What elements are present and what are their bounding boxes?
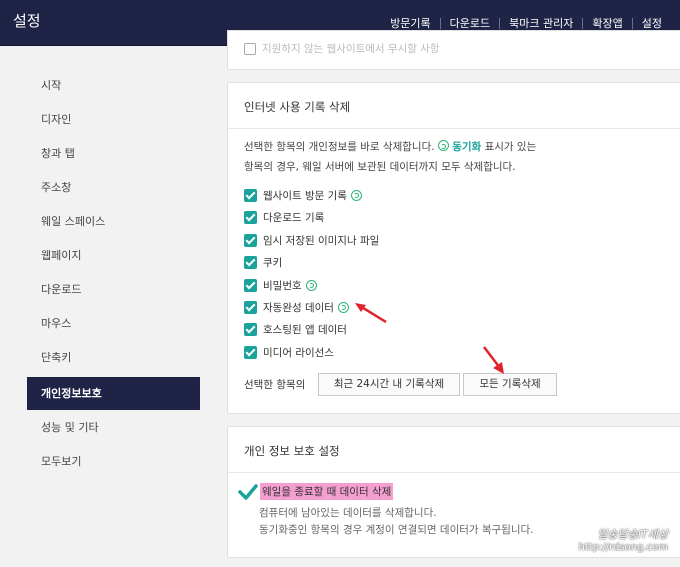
sidebar-item-whale-space[interactable]: 웨일 스페이스 <box>27 205 200 238</box>
option-label: 쿠키 <box>263 256 283 269</box>
option-label-highlighted: 웨일을 종료할 때 데이터 삭제 <box>260 483 394 500</box>
sync-icon <box>350 189 362 201</box>
annotation-arrow-icon <box>355 303 387 324</box>
desc-line2: 항목의 경우, 웨일 서버에 보관된 데이터까지 모두 삭제합니다. <box>244 161 516 173</box>
history-delete-card: 인터넷 사용 기록 삭제 선택한 항목의 개인정보를 바로 삭제합니다. 동기화… <box>227 82 680 414</box>
checkbox-checked[interactable] <box>244 188 257 202</box>
delete-all-history-button[interactable]: 모든 기록삭제 <box>463 373 557 396</box>
option-desc-line1: 컴퓨터에 남아있는 데이터를 삭제합니다. <box>259 507 437 519</box>
option-desc-line2: 동기화중인 항목의 경우 계정이 연결되면 데이터가 복구됩니다. <box>259 524 534 536</box>
checkbox-checked[interactable] <box>244 210 257 224</box>
desc-line1-after: 표시가 있는 <box>484 141 537 153</box>
checkbox-checked[interactable] <box>244 255 257 269</box>
sync-icon <box>337 301 349 313</box>
checkmark-icon[interactable] <box>238 483 258 500</box>
option-label: 임시 저장된 이미지나 파일 <box>263 234 380 247</box>
history-card-title: 인터넷 사용 기록 삭제 <box>228 83 680 129</box>
nav-settings[interactable]: 설정 <box>642 15 662 31</box>
option-label: 웹사이트 방문 기록 <box>263 189 347 202</box>
privacy-card-title: 개인 정보 보호 설정 <box>228 427 680 473</box>
option-download-history[interactable]: 다운로드 기록 <box>244 209 324 225</box>
checkbox-checked[interactable] <box>244 278 257 292</box>
checkbox-checked[interactable] <box>244 322 257 336</box>
nav-divider <box>631 17 633 29</box>
sidebar-item-downloads[interactable]: 다운로드 <box>27 273 200 306</box>
sidebar-item-show-all[interactable]: 모두보기 <box>27 445 200 478</box>
history-description: 선택한 항목의 개인정보를 바로 삭제합니다. 동기화 표시가 있는 항목의 경… <box>244 137 536 177</box>
sidebar-item-start[interactable]: 시작 <box>27 69 200 102</box>
option-media-licenses[interactable]: 미디어 라이선스 <box>244 344 334 360</box>
sidebar-item-performance[interactable]: 성능 및 기타 <box>27 411 200 444</box>
nav-divider <box>582 17 584 29</box>
nav-divider <box>499 17 501 29</box>
option-label: 다운로드 기록 <box>263 211 325 224</box>
top-nav: 방문기록 다운로드 북마크 관리자 확장앱 설정 <box>390 15 662 31</box>
sidebar-item-privacy[interactable]: 개인정보보호 <box>27 377 200 410</box>
watermark-title: 일송달송IT세상 <box>597 528 668 541</box>
delete-last-24h-button[interactable]: 최근 24시간 내 기록삭제 <box>318 373 460 396</box>
partial-checkbox[interactable] <box>244 42 256 55</box>
partial-option-label: 지원하지 않는 웹사이트에서 무시할 사항 <box>262 43 440 55</box>
sidebar-item-shortcuts[interactable]: 단축키 <box>27 341 200 374</box>
sidebar: 시작 디자인 창과 탭 주소창 웨일 스페이스 웹페이지 다운로드 마우스 단축… <box>0 47 214 567</box>
desc-line1-before: 선택한 항목의 개인정보를 바로 삭제합니다. <box>244 141 435 153</box>
sidebar-item-windows-tabs[interactable]: 창과 탭 <box>27 137 200 170</box>
option-label: 자동완성 데이터 <box>263 301 334 314</box>
nav-bookmarks[interactable]: 북마크 관리자 <box>509 15 573 31</box>
option-website-history[interactable]: 웹사이트 방문 기록 <box>244 187 362 203</box>
desc-sync-label: 동기화 <box>452 141 482 153</box>
nav-extensions[interactable]: 확장앱 <box>592 15 622 31</box>
sync-icon <box>305 279 317 291</box>
option-autofill[interactable]: 자동완성 데이터 <box>244 299 349 315</box>
annotation-arrow-icon <box>483 346 504 374</box>
sidebar-item-design[interactable]: 디자인 <box>27 103 200 136</box>
sidebar-item-address-bar[interactable]: 주소창 <box>27 171 200 204</box>
option-passwords[interactable]: 비밀번호 <box>244 277 317 293</box>
watermark-url: http://rdsong.com <box>578 542 668 553</box>
option-hosted-app-data[interactable]: 호스팅된 앱 데이터 <box>244 321 347 337</box>
option-label: 비밀번호 <box>263 279 302 292</box>
previous-settings-card: 지원하지 않는 웹사이트에서 무시할 사항 <box>227 30 680 70</box>
checkbox-checked[interactable] <box>244 300 257 314</box>
sidebar-item-mouse[interactable]: 마우스 <box>27 307 200 340</box>
watermark: 일송달송IT세상 http://rdsong.com <box>579 526 668 553</box>
action-label: 선택한 항목의 <box>244 379 306 391</box>
option-label: 호스팅된 앱 데이터 <box>263 323 347 336</box>
sidebar-item-webpage[interactable]: 웹페이지 <box>27 239 200 272</box>
sync-icon <box>437 140 449 151</box>
option-label: 미디어 라이선스 <box>263 346 334 359</box>
option-description: 컴퓨터에 남아있는 데이터를 삭제합니다. 동기화중인 항목의 경우 계정이 연… <box>259 505 534 539</box>
nav-downloads[interactable]: 다운로드 <box>450 15 490 31</box>
page-title: 설정 <box>13 12 41 30</box>
nav-history[interactable]: 방문기록 <box>390 15 430 31</box>
nav-divider <box>439 17 441 29</box>
option-clear-on-exit[interactable]: 웨일을 종료할 때 데이터 삭제 <box>238 483 394 500</box>
option-cookies[interactable]: 쿠키 <box>244 254 282 270</box>
option-cached-files[interactable]: 임시 저장된 이미지나 파일 <box>244 232 379 248</box>
checkbox-checked[interactable] <box>244 345 257 359</box>
checkbox-checked[interactable] <box>244 233 257 247</box>
